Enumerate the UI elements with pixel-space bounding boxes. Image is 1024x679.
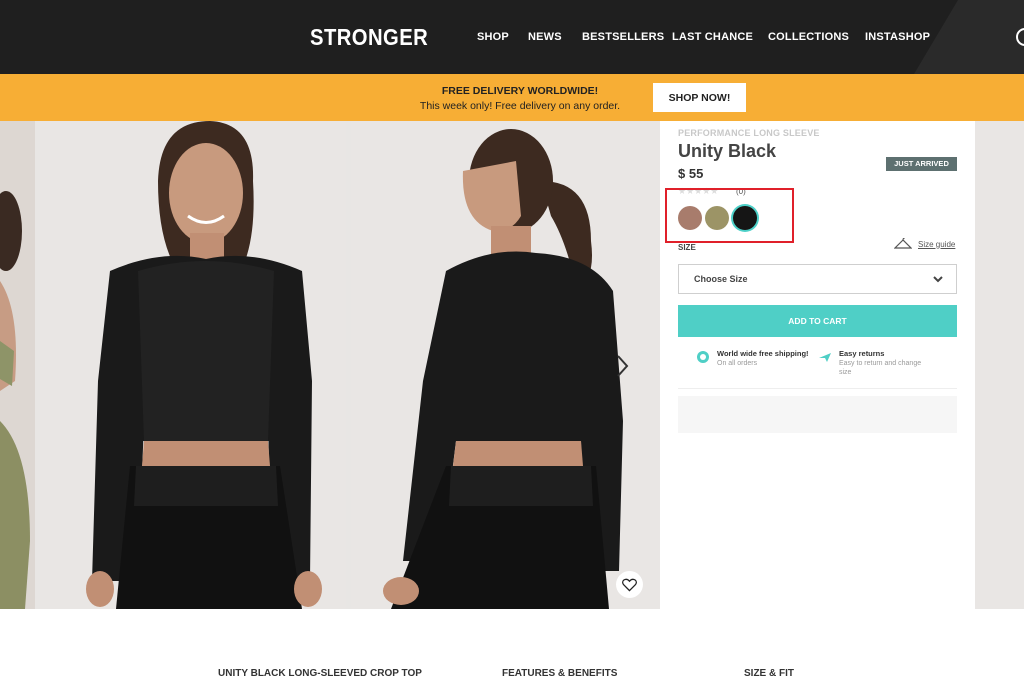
tab-description[interactable]: UNITY BLACK LONG-SLEEVED CROP TOP — [218, 668, 422, 679]
next-image-arrow-icon[interactable] — [612, 353, 632, 379]
size-guide-label: Size guide — [918, 239, 956, 249]
hanger-icon — [894, 238, 912, 249]
gallery-image-front[interactable] — [40, 121, 346, 609]
product-gallery — [0, 121, 660, 609]
promo-subtitle: This week only! Free delivery on any ord… — [419, 100, 621, 112]
shop-now-button[interactable]: SHOP NOW! — [653, 83, 746, 112]
nav-last-chance[interactable]: LAST CHANCE — [672, 31, 753, 43]
perk-shipping-subtitle: On all orders — [717, 360, 758, 367]
perk-returns-subtitle: Easy to return and change size — [839, 360, 922, 376]
globe-icon — [697, 351, 709, 363]
divider — [678, 388, 957, 389]
highlight-box — [665, 188, 794, 243]
perk-shipping: World wide free shipping! On all orders — [696, 349, 809, 368]
size-select[interactable]: Choose Size — [678, 264, 957, 294]
perk-shipping-title: World wide free shipping! — [717, 349, 809, 358]
header-decoration — [914, 0, 1024, 74]
nav-instashop[interactable]: INSTASHOP — [865, 31, 930, 43]
logo[interactable]: STRONGER — [310, 24, 428, 51]
add-to-cart-button[interactable]: ADD TO CART — [678, 305, 957, 337]
perk-returns-title: Easy returns — [839, 349, 885, 358]
nav-collections[interactable]: COLLECTIONS — [768, 31, 849, 43]
product-name: Unity Black — [678, 141, 777, 161]
nav-shop[interactable]: SHOP — [477, 31, 509, 43]
chevron-down-icon — [933, 276, 943, 283]
nav-bestsellers[interactable]: BESTSELLERS — [582, 31, 664, 43]
product-category: PERFORMANCE LONG SLEEVE — [678, 128, 820, 138]
promo-title: FREE DELIVERY WORLDWIDE! — [441, 85, 599, 97]
info-placeholder-box — [678, 396, 957, 433]
wishlist-heart-icon[interactable] — [616, 571, 643, 598]
tab-size-fit[interactable]: SIZE & FIT — [744, 668, 794, 679]
plane-icon — [819, 353, 831, 362]
nav-news[interactable]: NEWS — [528, 31, 562, 43]
size-guide-link[interactable]: Size guide — [894, 238, 955, 250]
size-select-value: Choose Size — [694, 274, 748, 284]
product-price: $ 55 — [678, 166, 704, 181]
product-details: PERFORMANCE LONG SLEEVE Unity Black $ 55… — [660, 121, 975, 609]
just-arrived-badge: JUST ARRIVED — [886, 157, 957, 171]
tab-features[interactable]: FEATURES & BENEFITS — [502, 668, 617, 679]
gallery-edge — [975, 121, 1024, 609]
perk-returns: Easy returns Easy to return and change s… — [818, 349, 934, 377]
promo-bar: FREE DELIVERY WORLDWIDE! This week only!… — [0, 74, 1024, 121]
size-label: SIZE — [678, 243, 696, 252]
gallery-image-previous[interactable] — [0, 121, 35, 609]
product-tabs: UNITY BLACK LONG-SLEEVED CROP TOP FEATUR… — [0, 609, 1024, 679]
site-header: STRONGER SHOP NEWS BESTSELLERS LAST CHAN… — [0, 0, 1024, 74]
